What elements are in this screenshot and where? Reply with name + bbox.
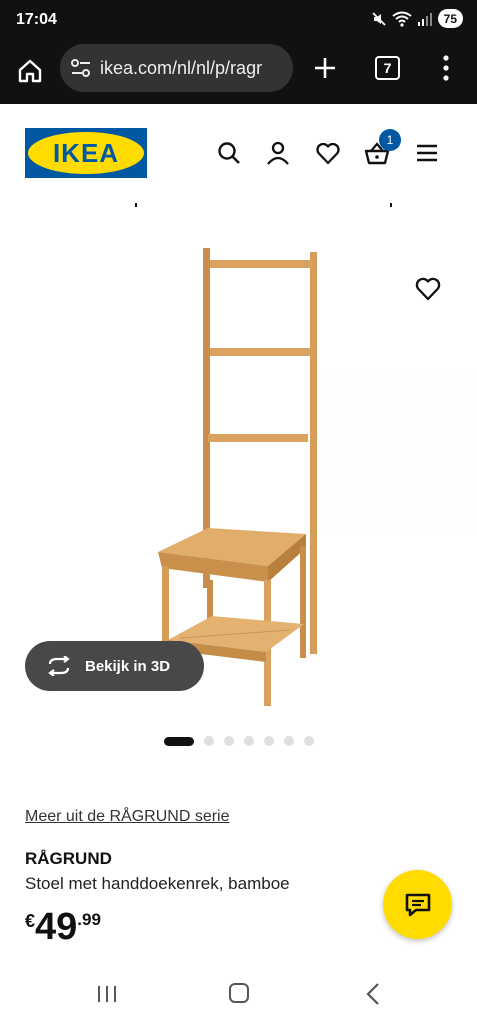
ikea-logo[interactable]: IKEA: [25, 128, 147, 178]
add-to-wishlist-icon[interactable]: [414, 276, 442, 302]
mute-icon: [372, 11, 386, 26]
site-header: IKEA 1: [0, 104, 477, 204]
carousel-dot[interactable]: [204, 736, 214, 746]
divider-mark: [135, 203, 137, 207]
site-settings-icon[interactable]: [70, 58, 92, 78]
hamburger-menu-icon[interactable]: [414, 140, 440, 166]
rotate-3d-icon: [48, 656, 70, 676]
more-options-icon[interactable]: [438, 54, 454, 82]
system-navigation-bar: [0, 962, 477, 1024]
chat-button[interactable]: [383, 870, 452, 939]
system-home-icon[interactable]: [229, 983, 249, 1003]
series-link[interactable]: Meer uit de RÅGRUND serie: [25, 808, 230, 826]
logo-text: IKEA: [53, 138, 119, 168]
carousel-dot-active[interactable]: [164, 736, 194, 746]
tab-count: 7: [383, 60, 392, 76]
wishlist-icon[interactable]: [315, 140, 341, 166]
carousel-dot[interactable]: [244, 736, 254, 746]
recent-apps-icon[interactable]: [96, 984, 118, 1004]
price-integer: 49: [35, 906, 78, 948]
url-text: ikea.com/nl/nl/p/ragr: [100, 57, 263, 78]
cart-count: 1: [386, 133, 394, 147]
price-decimal: .99: [77, 910, 101, 929]
product-description: Stoel met handdoekenrek, bamboe: [25, 874, 290, 893]
battery-level: 75: [443, 11, 457, 26]
cart-count-badge: 1: [379, 129, 401, 151]
home-icon[interactable]: [16, 57, 44, 85]
view-in-3d-label: Bekijk in 3D: [85, 657, 171, 675]
back-icon[interactable]: [365, 982, 381, 1006]
status-time: 17:04: [16, 11, 57, 28]
carousel-dot[interactable]: [304, 736, 314, 746]
tab-switcher-button[interactable]: 7: [375, 56, 400, 80]
divider-mark: [390, 203, 392, 207]
new-tab-icon[interactable]: [312, 55, 338, 81]
chat-icon: [405, 893, 430, 916]
product-name: RÅGRUND: [25, 849, 112, 868]
account-icon[interactable]: [265, 140, 291, 166]
wifi-icon: [392, 11, 412, 27]
search-icon[interactable]: [216, 140, 242, 166]
status-icons: 75: [371, 9, 463, 28]
price-currency: €: [25, 911, 36, 931]
carousel-dot[interactable]: [284, 736, 294, 746]
carousel-dot[interactable]: [264, 736, 274, 746]
status-bar: 17:04 75: [0, 0, 477, 40]
browser-toolbar: ikea.com/nl/nl/p/ragr 7: [0, 40, 477, 104]
carousel-indicator: [164, 736, 314, 746]
signal-icon: [417, 12, 432, 26]
battery-indicator: 75: [437, 9, 463, 28]
product-price: € 49 .99: [25, 905, 101, 949]
address-bar[interactable]: ikea.com/nl/nl/p/ragr: [60, 44, 293, 92]
carousel-dot[interactable]: [224, 736, 234, 746]
view-in-3d-button[interactable]: Bekijk in 3D: [25, 641, 204, 691]
